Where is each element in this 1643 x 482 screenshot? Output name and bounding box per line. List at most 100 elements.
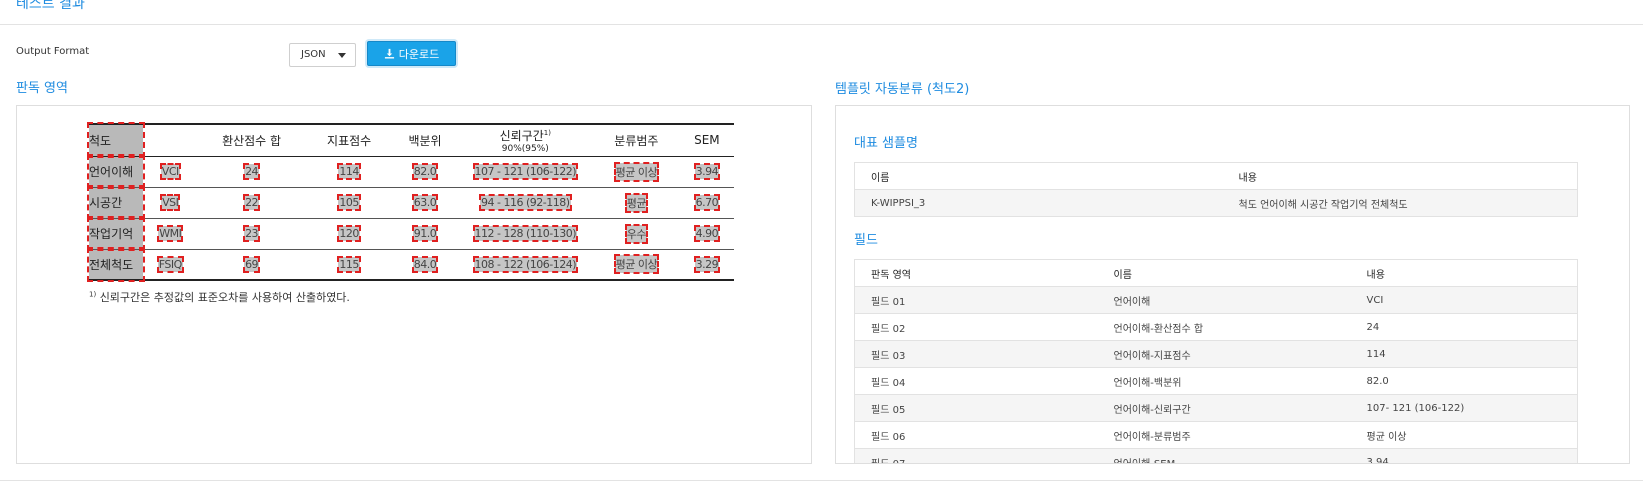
field-box[interactable]: 112 - 128 (110-130) bbox=[472, 225, 579, 242]
field-value: 114 bbox=[1350, 340, 1578, 368]
col-percentile: 백분위 bbox=[408, 133, 442, 148]
row-scale: 언어이해 bbox=[86, 154, 146, 189]
title-divider bbox=[0, 24, 1643, 25]
field-box[interactable]: 105 bbox=[337, 194, 361, 211]
sample-row[interactable]: K-WIPPSI_3 척도 언어이해 시공간 작업기억 전체척도 bbox=[854, 189, 1578, 217]
field-box[interactable]: 6.70 bbox=[693, 194, 721, 211]
field-box[interactable]: FSIQ bbox=[156, 255, 184, 273]
score-row: 전체척도 FSIQ 69 115 84.0 108 - 122 (106-124… bbox=[86, 247, 734, 282]
field-box[interactable]: 82.0 bbox=[411, 163, 439, 180]
col-index: 지표점수 bbox=[327, 133, 372, 148]
sample-table: 이름 내용 K-WIPPSI_3 척도 언어이해 시공간 작업기억 전체척도 bbox=[854, 162, 1578, 217]
score-row: 언어이해 VCI 24 114 82.0 107 - 121 (106-122)… bbox=[86, 154, 734, 189]
field-area: 필드 03 bbox=[854, 340, 1098, 368]
field-value: 107- 121 (106-122) bbox=[1350, 394, 1578, 422]
footnote-text: 신뢰구간은 추정값의 표준오차를 사용하여 산출하였다. bbox=[99, 291, 350, 304]
field-box[interactable]: 평균 bbox=[624, 192, 649, 213]
field-box[interactable]: 3.29 bbox=[693, 255, 721, 273]
field-row[interactable]: 필드 01 언어이해 VCI bbox=[854, 286, 1578, 314]
col-category: 분류범주 bbox=[614, 133, 659, 148]
field-row[interactable]: 필드 06 언어이해-분류범주 평균 이상 bbox=[854, 421, 1578, 449]
caret-down-icon bbox=[338, 53, 346, 58]
sample-table-header: 이름 내용 bbox=[854, 162, 1578, 190]
field-name: 언어이해-신뢰구간 bbox=[1097, 394, 1351, 422]
field-name: 언어이해 bbox=[1097, 286, 1351, 314]
field-box[interactable]: 우수 bbox=[624, 223, 649, 244]
reading-area-panel: 척도 환산점수 합 지표점수 백분위 신뢰구간1) 90%(95%) 분류범주 … bbox=[16, 105, 812, 464]
field-box[interactable]: 84.0 bbox=[411, 255, 439, 273]
template-title: 템플릿 자동분류 (척도2) bbox=[835, 82, 970, 97]
field-box[interactable]: 3.94 bbox=[693, 163, 721, 180]
field-row[interactable]: 필드 03 언어이해-지표점수 114 bbox=[854, 340, 1578, 368]
field-row[interactable]: 필드 02 언어이해-환산점수 합 24 bbox=[854, 313, 1578, 341]
col-sem: SEM bbox=[694, 133, 720, 148]
field-area: 필드 04 bbox=[854, 367, 1098, 395]
col-ci: 신뢰구간 bbox=[499, 128, 544, 143]
field-value: VCI bbox=[1350, 286, 1578, 314]
field-box[interactable]: 94 - 116 (92-118) bbox=[479, 194, 572, 211]
sample-title: 대표 샘플명 bbox=[854, 136, 918, 151]
scan-footnote: 1) 신뢰구간은 추정값의 표준오차를 사용하여 산출하였다. bbox=[89, 289, 350, 305]
field-name: 언어이해-지표점수 bbox=[1097, 340, 1351, 368]
col-content: 내용 bbox=[1222, 162, 1578, 190]
field-box[interactable]: 115 bbox=[337, 255, 361, 273]
col-scale: 척도 bbox=[89, 133, 112, 148]
score-row: 작업기억 WMI 23 120 91.0 112 - 128 (110-130)… bbox=[86, 216, 734, 251]
fields-table: 판독 영역 이름 내용 필드 01 언어이해 VCI 필드 02 언어이해-환산… bbox=[854, 259, 1578, 463]
field-area: 필드 05 bbox=[854, 394, 1098, 422]
download-button[interactable]: 다운로드 bbox=[367, 41, 456, 66]
fields-title: 필드 bbox=[854, 233, 878, 248]
field-value: 평균 이상 bbox=[1350, 421, 1578, 449]
field-box[interactable]: 평균 이상 bbox=[613, 161, 660, 182]
sample-content: 척도 언어이해 시공간 작업기억 전체척도 bbox=[1222, 189, 1578, 217]
field-box[interactable]: 120 bbox=[337, 225, 361, 242]
field-box[interactable]: 24 bbox=[243, 163, 261, 180]
score-row: 시공간 VSI 22 105 63.0 94 - 116 (92-118) 평균… bbox=[86, 185, 734, 220]
field-box[interactable]: VCI bbox=[159, 163, 181, 180]
field-box[interactable]: 23 bbox=[243, 225, 261, 242]
field-box[interactable]: 4.90 bbox=[693, 225, 721, 242]
row-scale: 작업기억 bbox=[86, 216, 146, 251]
field-box[interactable]: 63.0 bbox=[411, 194, 439, 211]
download-icon bbox=[384, 48, 394, 59]
download-button-label: 다운로드 bbox=[398, 47, 440, 61]
col-name: 이름 bbox=[854, 162, 1223, 190]
field-area: 필드 07 bbox=[854, 448, 1098, 463]
field-box[interactable]: 107 - 121 (106-122) bbox=[472, 163, 579, 180]
field-box[interactable]: VSI bbox=[160, 194, 181, 211]
field-box[interactable]: 69 bbox=[243, 255, 261, 273]
field-area: 필드 06 bbox=[854, 421, 1098, 449]
col-ci-mark: 1) bbox=[543, 128, 551, 137]
sample-name: K-WIPPSI_3 bbox=[854, 189, 1223, 217]
col-sum: 환산점수 합 bbox=[222, 133, 282, 148]
bottom-divider bbox=[0, 480, 1643, 481]
reading-area-title: 판독 영역 bbox=[16, 81, 68, 96]
fields-table-header: 판독 영역 이름 내용 bbox=[854, 259, 1578, 287]
output-format-select[interactable]: JSON bbox=[289, 43, 356, 67]
field-row[interactable]: 필드 07 언어이해-SEM 3.94 bbox=[854, 448, 1578, 463]
field-area: 필드 01 bbox=[854, 286, 1098, 314]
field-box[interactable]: 평균 이상 bbox=[613, 254, 660, 275]
field-name: 언어이해-SEM bbox=[1097, 448, 1351, 463]
footnote-mark: 1) bbox=[89, 290, 97, 299]
score-table: 척도 환산점수 합 지표점수 백분위 신뢰구간1) 90%(95%) 분류범주 … bbox=[86, 122, 734, 282]
field-name: 언어이해-환산점수 합 bbox=[1097, 313, 1351, 341]
col-field-name: 이름 bbox=[1097, 259, 1351, 287]
field-value: 82.0 bbox=[1350, 367, 1578, 395]
field-box[interactable]: 22 bbox=[243, 194, 261, 211]
field-box[interactable]: 114 bbox=[337, 163, 361, 180]
field-box[interactable]: WMI bbox=[157, 225, 184, 242]
field-area: 필드 02 bbox=[854, 313, 1098, 341]
field-name: 언어이해-백분위 bbox=[1097, 367, 1351, 395]
field-box[interactable]: 91.0 bbox=[411, 225, 439, 242]
field-row[interactable]: 필드 05 언어이해-신뢰구간 107- 121 (106-122) bbox=[854, 394, 1578, 422]
output-format-label: Output Format bbox=[16, 46, 90, 57]
page-title: 테스트 결과 bbox=[16, 0, 85, 12]
field-name: 언어이해-분류범주 bbox=[1097, 421, 1351, 449]
field-box[interactable]: 108 - 122 (106-124) bbox=[472, 255, 579, 273]
score-table-header: 척도 환산점수 합 지표점수 백분위 신뢰구간1) 90%(95%) 분류범주 … bbox=[86, 122, 734, 158]
row-scale: 전체척도 bbox=[86, 247, 146, 282]
scanned-document: 척도 환산점수 합 지표점수 백분위 신뢰구간1) 90%(95%) 분류범주 … bbox=[86, 122, 734, 282]
field-row[interactable]: 필드 04 언어이해-백분위 82.0 bbox=[854, 367, 1578, 395]
row-scale: 시공간 bbox=[86, 185, 146, 220]
